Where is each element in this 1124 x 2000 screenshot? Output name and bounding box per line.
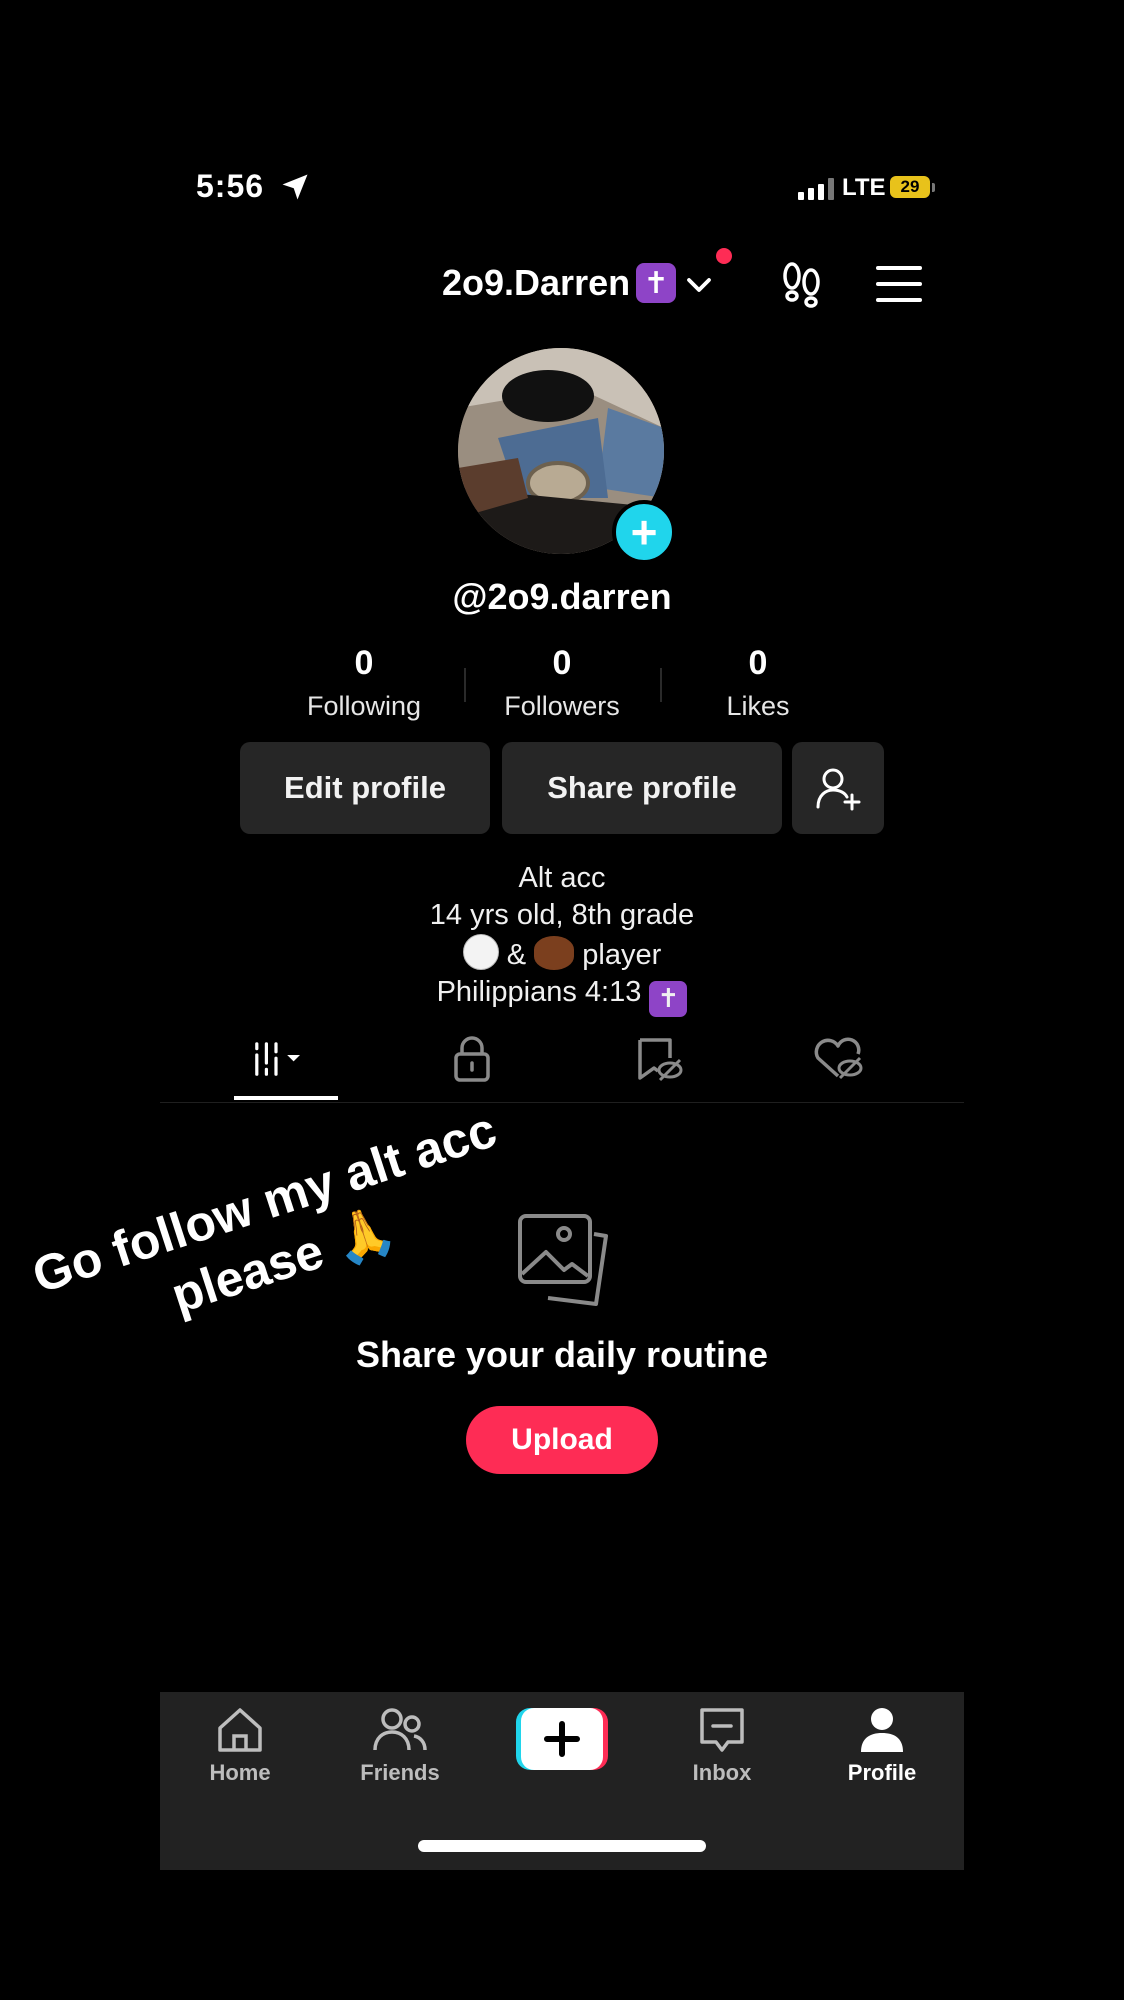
menu-icon[interactable] — [876, 266, 922, 302]
profile-icon — [861, 1708, 903, 1752]
videos-grid-tab-icon[interactable] — [252, 1036, 308, 1082]
stat-following[interactable]: 0 Following — [264, 644, 464, 722]
profile-views-icon[interactable] — [780, 260, 824, 308]
stat-value: 0 — [748, 644, 768, 682]
photos-placeholder-icon — [518, 1214, 608, 1306]
nav-inbox[interactable]: Inbox — [662, 1706, 782, 1786]
bio-line: & player — [0, 934, 1124, 974]
active-tab-indicator — [234, 1096, 338, 1100]
nav-friends[interactable]: Friends — [340, 1706, 460, 1786]
story-caption-overlay: Go follow my alt acc please 🙏 — [25, 1101, 503, 1324]
inbox-icon — [700, 1708, 744, 1752]
football-emoji-icon — [534, 936, 575, 970]
empty-state-title: Share your daily routine — [355, 1334, 769, 1375]
friends-icon — [373, 1708, 427, 1751]
edit-profile-button[interactable]: Edit profile — [240, 742, 490, 834]
nav-label: Home — [209, 1760, 271, 1785]
add-friends-button[interactable] — [792, 742, 884, 834]
network-type: LTE — [842, 174, 886, 201]
home-icon — [218, 1708, 262, 1752]
signal-strength-icon — [798, 178, 834, 200]
home-indicator — [418, 1840, 706, 1852]
nav-label: Inbox — [692, 1760, 752, 1785]
status-time: 5:56 — [196, 168, 265, 204]
lock-tab-icon[interactable] — [444, 1036, 500, 1082]
saved-hidden-tab-icon[interactable] — [630, 1036, 686, 1082]
cross-emoji: ✝ — [636, 263, 677, 303]
create-post-button[interactable] — [516, 1708, 608, 1770]
bio-line: Philippians 4:13 ✝ — [0, 974, 1124, 1017]
stat-value: 0 — [552, 644, 572, 682]
upload-button[interactable]: Upload — [466, 1406, 658, 1474]
stat-likes[interactable]: 0 Likes — [658, 644, 858, 722]
bio-line: Alt acc — [518, 862, 606, 894]
add-user-icon — [816, 768, 861, 811]
location-arrow-icon — [282, 174, 308, 200]
stat-value: 0 — [354, 644, 374, 682]
bio-line: 14 yrs old, 8th grade — [429, 899, 695, 931]
stat-label: Following — [306, 691, 422, 721]
stat-label: Likes — [726, 691, 790, 721]
tab-divider — [160, 1102, 964, 1103]
add-avatar-button[interactable]: + — [612, 500, 676, 564]
chevron-down-icon[interactable] — [684, 270, 714, 300]
nav-label: Friends — [360, 1760, 440, 1785]
account-switcher[interactable]: 2o9.Darren ✝ — [442, 262, 677, 304]
profile-bio: Alt acc 14 yrs old, 8th grade & player P… — [0, 860, 1124, 1017]
nav-profile[interactable]: Profile — [822, 1706, 942, 1786]
liked-hidden-tab-icon[interactable] — [810, 1036, 866, 1082]
stat-followers[interactable]: 0 Followers — [462, 644, 662, 722]
bio-ampersand: & — [506, 939, 527, 971]
notification-dot — [716, 248, 732, 264]
nav-label: Profile — [847, 1760, 917, 1785]
bio-verse: Philippians 4:13 — [436, 976, 642, 1008]
battery-nub — [932, 183, 935, 192]
profile-handle: @2o9.darren — [452, 576, 672, 617]
stat-label: Followers — [504, 691, 620, 721]
battery-icon: 29 — [890, 176, 930, 198]
display-name: 2o9.Darren — [442, 262, 631, 303]
baseball-emoji-icon — [462, 934, 499, 970]
nav-home[interactable]: Home — [180, 1706, 300, 1786]
bio-player: player — [582, 939, 662, 971]
cross-emoji: ✝ — [649, 980, 688, 1017]
share-profile-button[interactable]: Share profile — [502, 742, 782, 834]
